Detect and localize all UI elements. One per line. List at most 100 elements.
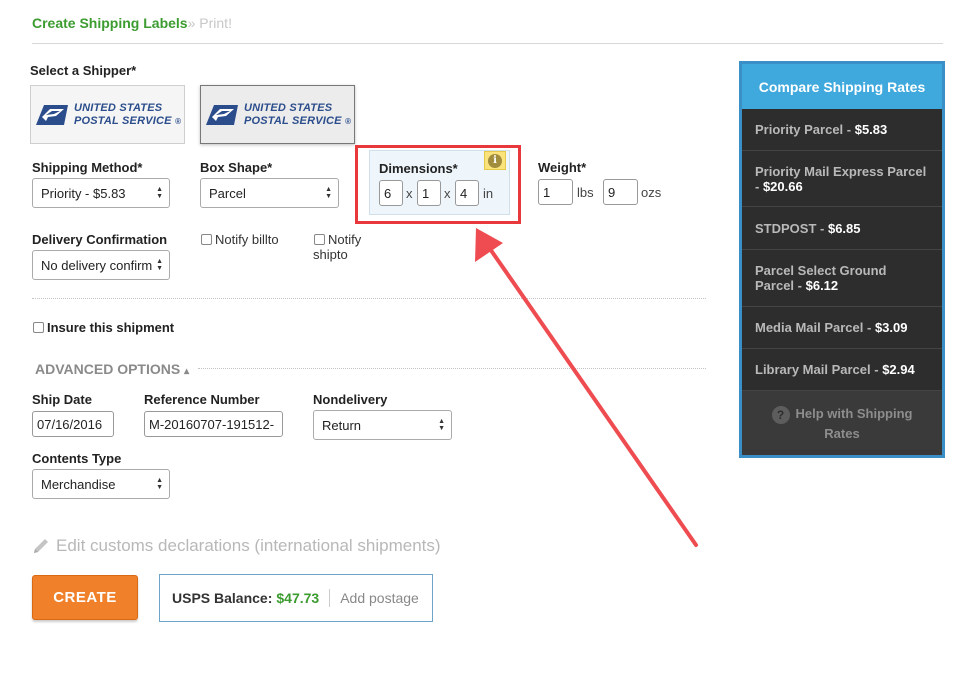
select-arrows-icon: ▲ ▼ <box>325 186 332 200</box>
rate-item[interactable]: Parcel Select Ground Parcel - $6.12 <box>742 250 942 307</box>
shipper-label: Select a Shipper* <box>30 63 137 78</box>
info-icon: i <box>488 153 502 168</box>
weight-ozs-input[interactable]: 9 <box>603 179 638 205</box>
rate-price: $3.09 <box>874 320 908 335</box>
select-arrows-icon: ▲ ▼ <box>156 186 163 200</box>
contents-type-value: Merchandise <box>41 476 116 492</box>
help-with-shipping-rates-link[interactable]: ? Help with Shipping Rates <box>742 391 942 455</box>
rate-name: Priority Mail Express Parcel <box>755 163 927 179</box>
rate-item[interactable]: Library Mail Parcel - $2.94 <box>742 349 942 391</box>
shipping-method-label: Shipping Method* <box>32 160 143 175</box>
caret-up-icon: ▴ <box>184 366 190 377</box>
rate-price: $2.94 <box>882 362 915 377</box>
notify-shipto-label-line1: Notify <box>328 232 362 247</box>
weight-ozs-unit: ozs <box>641 185 662 200</box>
breadcrumb-next[interactable]: Print! <box>199 15 232 31</box>
rate-name: Library Mail Parcel <box>755 362 871 377</box>
usps-balance-box: USPS Balance: $47.73 Add postage <box>159 574 433 622</box>
advanced-options-title: ADVANCED OPTIONS <box>35 361 181 377</box>
dimension-height-input[interactable]: 4 <box>455 180 479 206</box>
breadcrumb-current: Create Shipping Labels <box>32 15 188 31</box>
ship-date-label: Ship Date <box>32 392 92 407</box>
reference-number-label: Reference Number <box>144 392 260 407</box>
edit-customs-link[interactable]: Edit customs declarations (international… <box>32 536 441 556</box>
rate-name: Priority Parcel <box>755 122 844 137</box>
rate-item[interactable]: STDPOST - $6.85 <box>742 207 942 250</box>
weight-lbs-input[interactable]: 1 <box>538 179 573 205</box>
rate-name: STDPOST <box>755 220 817 236</box>
breadcrumb: Create Shipping Labels» Print! <box>32 15 232 31</box>
usps-eagle-icon <box>35 104 68 125</box>
box-shape-value: Parcel <box>209 185 246 201</box>
compare-rates-panel: Compare Shipping Rates Priority Parcel -… <box>739 61 945 458</box>
balance-value: $47.73 <box>276 590 320 606</box>
usps-trademark: ® <box>344 116 352 126</box>
dimensions-label: Dimensions* <box>379 161 458 176</box>
breadcrumb-separator: » <box>187 15 196 31</box>
rate-item[interactable]: Priority Mail Express Parcel - $20.66 <box>742 151 942 207</box>
notify-billto-label: Notify billto <box>215 232 279 247</box>
add-postage-link[interactable]: Add postage <box>340 590 419 606</box>
balance-divider <box>329 589 331 607</box>
shipping-method-select[interactable]: Priority - $5.83 ▲ ▼ <box>32 178 170 208</box>
rate-price: $20.66 <box>762 178 803 194</box>
dimension-unit: in <box>483 186 494 201</box>
delivery-confirmation-select[interactable]: No delivery confirm ▲ ▼ <box>32 250 170 280</box>
usps-line1: UNITED STATES <box>243 101 333 114</box>
balance-label: USPS Balance: <box>172 590 273 606</box>
box-shape-label: Box Shape* <box>200 160 273 175</box>
rate-price: $5.83 <box>854 122 888 137</box>
box-shape-select[interactable]: Parcel ▲ ▼ <box>200 178 339 208</box>
usps-logo: UNITED STATES POSTAL SERVICE ® <box>204 102 351 128</box>
usps-line2: POSTAL SERVICE <box>73 114 172 127</box>
select-arrows-icon: ▲ ▼ <box>156 477 163 491</box>
usps-line2: POSTAL SERVICE <box>243 114 342 127</box>
usps-line1: UNITED STATES <box>73 101 163 114</box>
delivery-confirmation-label: Delivery Confirmation <box>32 232 168 247</box>
dimensions-info-badge[interactable]: i <box>484 151 506 170</box>
contents-type-label: Contents Type <box>32 451 122 466</box>
ship-date-input[interactable]: 07/16/2016 <box>32 411 114 437</box>
usps-logo: UNITED STATES POSTAL SERVICE ® <box>34 102 181 128</box>
help-line1: Help with Shipping <box>795 406 913 421</box>
section-divider <box>32 298 706 299</box>
notify-shipto-label-line2: shipto <box>313 247 348 262</box>
help-line2: Rates <box>824 426 860 441</box>
shipping-method-value: Priority - $5.83 <box>41 185 126 201</box>
edit-customs-label: Edit customs declarations (international… <box>56 536 441 555</box>
nondelivery-label: Nondelivery <box>313 392 388 407</box>
contents-type-select[interactable]: Merchandise ▲ ▼ <box>32 469 170 499</box>
notify-shipto-checkbox[interactable] <box>314 234 325 245</box>
advanced-options-toggle[interactable]: ADVANCED OPTIONS ▴ <box>35 361 189 377</box>
delivery-confirmation-value: No delivery confirm <box>41 257 153 273</box>
weight-lbs-unit: lbs <box>577 185 594 200</box>
rate-price: $6.12 <box>805 278 839 293</box>
nondelivery-select[interactable]: Return ▲ ▼ <box>313 410 452 440</box>
rate-item[interactable]: Media Mail Parcel - $3.09 <box>742 307 942 349</box>
insure-checkbox[interactable] <box>33 322 44 333</box>
shipper-option-usps-1[interactable]: UNITED STATES POSTAL SERVICE ® <box>30 85 185 144</box>
insure-label: Insure this shipment <box>47 320 175 335</box>
dimension-length-input[interactable]: 6 <box>379 180 403 206</box>
header-divider <box>32 43 943 44</box>
help-icon: ? <box>771 405 790 424</box>
weight-label: Weight* <box>538 160 587 175</box>
dimension-width-input[interactable]: 1 <box>417 180 441 206</box>
advanced-divider <box>198 368 706 369</box>
compare-rates-title: Compare Shipping Rates <box>742 64 942 109</box>
dimension-separator: x <box>406 186 413 201</box>
notify-billto-checkbox[interactable] <box>201 234 212 245</box>
rate-price: $6.85 <box>827 220 861 236</box>
pencil-icon <box>34 539 48 553</box>
usps-eagle-icon <box>205 104 238 125</box>
rate-name: Media Mail Parcel <box>755 320 864 335</box>
rate-item[interactable]: Priority Parcel - $5.83 <box>742 109 942 151</box>
reference-number-input[interactable]: M-20160707-191512- <box>144 411 283 437</box>
create-button[interactable]: CREATE <box>32 575 138 620</box>
select-arrows-icon: ▲ ▼ <box>438 418 445 432</box>
select-arrows-icon: ▲ ▼ <box>156 258 163 272</box>
shipper-option-usps-2-selected[interactable]: UNITED STATES POSTAL SERVICE ® <box>200 85 355 144</box>
usps-trademark: ® <box>174 116 182 126</box>
dimension-separator: x <box>444 186 451 201</box>
nondelivery-value: Return <box>322 417 362 433</box>
